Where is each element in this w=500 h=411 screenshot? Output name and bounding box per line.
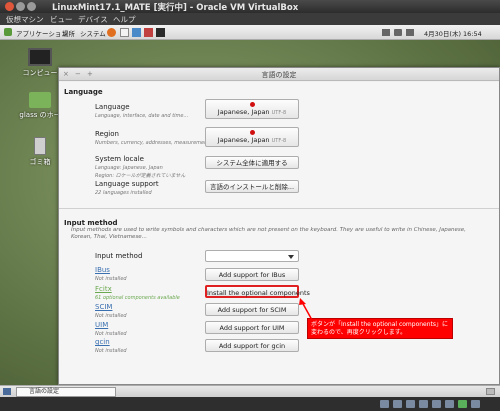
language-support-label: Language support: [95, 180, 159, 188]
apply-system-wide-button[interactable]: システム全体に適用する: [205, 156, 299, 169]
language-label: Language: [95, 103, 130, 111]
maximize-window-button[interactable]: [27, 2, 36, 11]
taskbar-item-label: 言語の設定: [29, 388, 60, 395]
text-editor-icon[interactable]: [120, 28, 129, 37]
gcin-status: Not installed: [95, 348, 127, 354]
gcin-link[interactable]: gcin: [95, 338, 110, 346]
computer-icon: [28, 48, 52, 66]
input-method-select[interactable]: [205, 250, 299, 262]
vbox-menubar: 仮想マシン ビュー デバイス ヘルプ: [0, 13, 500, 25]
volume-icon[interactable]: [394, 29, 402, 36]
firefox-icon[interactable]: [107, 28, 116, 37]
region-encoding: UTF-8: [271, 138, 287, 144]
ibus-link[interactable]: IBus: [95, 266, 110, 274]
desktop-icon-computer[interactable]: コンピュー: [16, 48, 64, 78]
panel-clock[interactable]: 4月30日(木) 16:54: [424, 28, 482, 38]
desktop-icon-trash[interactable]: ゴミ箱: [16, 137, 64, 167]
vbox-titlebar: LinuxMint17.1_MATE [実行中] - Oracle VM Vir…: [0, 0, 500, 13]
language-support-desc: 22 languages installed: [95, 190, 152, 196]
ibus-status: Not installed: [95, 276, 127, 282]
home-folder-icon: [29, 92, 51, 108]
guest-taskbar: 言語の設定: [0, 385, 500, 397]
install-remove-languages-button[interactable]: 言語のインストールと削除...: [205, 180, 299, 193]
language-value: Japanese, Japan: [217, 108, 270, 116]
chevron-down-icon: [288, 255, 294, 259]
region-button[interactable]: Japanese, Japan UTF-8: [205, 127, 299, 147]
add-uim-button[interactable]: Add support for UIM: [205, 321, 299, 334]
shared-folder-icon[interactable]: [419, 400, 428, 408]
japan-flag-icon: [249, 102, 255, 107]
dialog-titlebar: × − + 言語の設定: [59, 68, 499, 81]
guest-top-panel: アプリケーション 場所 システム 4月30日(木) 16:54: [0, 25, 500, 40]
region-value: Japanese, Japan: [217, 136, 270, 144]
desktop-icon-label: ゴミ箱: [29, 158, 51, 166]
taskbar-item-language-settings[interactable]: 言語の設定: [16, 387, 116, 397]
add-scim-button[interactable]: Add support for SCIM: [205, 303, 299, 316]
input-method-section-heading: Input method: [64, 219, 118, 227]
add-gcin-button[interactable]: Add support for gcin: [205, 339, 299, 352]
terminal-icon[interactable]: [156, 28, 165, 37]
install-optional-components-button[interactable]: Install the optional components: [205, 285, 310, 298]
close-window-button[interactable]: [5, 2, 14, 11]
language-encoding: UTF-8: [271, 110, 287, 116]
desktop-icon-home[interactable]: glass のホー: [16, 92, 64, 120]
panel-menu-system[interactable]: システム: [80, 28, 106, 38]
window-title: LinuxMint17.1_MATE [実行中] - Oracle VM Vir…: [52, 3, 299, 13]
menu-machine[interactable]: 仮想マシン: [6, 14, 44, 25]
menu-help[interactable]: ヘルプ: [113, 14, 136, 25]
menu-view[interactable]: ビュー: [50, 14, 73, 25]
fcitx-link[interactable]: Fcitx: [95, 285, 112, 293]
hdd-icon[interactable]: [380, 400, 389, 408]
network-adapter-icon[interactable]: [445, 400, 454, 408]
desktop-icon-label: glass のホー: [19, 111, 61, 119]
add-ibus-button[interactable]: Add support for IBus: [205, 268, 299, 281]
system-locale-desc-region: Region: ロケールが定義されていません: [95, 173, 186, 179]
panel-menu-applications[interactable]: アプリケーション: [16, 28, 68, 38]
battery-icon[interactable]: [406, 29, 414, 36]
uim-link[interactable]: UIM: [95, 321, 108, 329]
system-locale-label: System locale: [95, 155, 144, 163]
language-desc: Language, interface, date and time...: [95, 113, 189, 119]
panel-menu-places[interactable]: 場所: [62, 28, 75, 38]
display-icon[interactable]: [432, 400, 441, 408]
dialog-title: 言語の設定: [261, 71, 297, 79]
japan-flag-icon: [249, 130, 255, 135]
menu-devices[interactable]: デバイス: [78, 14, 108, 25]
mouse-integration-icon[interactable]: [458, 400, 467, 408]
fcitx-status: 61 optional components available: [95, 295, 180, 301]
desktop-icon-label: コンピュー: [22, 69, 58, 77]
mail-icon[interactable]: [132, 28, 141, 37]
network-icon[interactable]: [382, 29, 390, 36]
uim-status: Not installed: [95, 331, 127, 337]
software-manager-icon[interactable]: [144, 28, 153, 37]
mint-menu-icon[interactable]: [4, 28, 12, 36]
input-method-label: Input method: [95, 252, 143, 260]
optical-drive-icon[interactable]: [393, 400, 402, 408]
input-method-description: Input methods are used to write symbols …: [71, 227, 466, 240]
annotation-callout: ボタンが「Install the optional components」に変わ…: [307, 318, 453, 339]
vbox-statusbar: [0, 397, 500, 411]
show-desktop-icon[interactable]: [3, 388, 11, 395]
language-section-heading: Language: [64, 88, 103, 96]
scim-status: Not installed: [95, 313, 127, 319]
trash-icon: [34, 137, 46, 155]
scim-link[interactable]: SCIM: [95, 303, 112, 311]
workspace-switcher-icon[interactable]: [486, 388, 495, 395]
region-label: Region: [95, 130, 119, 138]
host-key-icon[interactable]: [471, 400, 480, 408]
usb-icon[interactable]: [406, 400, 415, 408]
language-button[interactable]: Japanese, Japan UTF-8: [205, 99, 299, 119]
minimize-window-button[interactable]: [16, 2, 25, 11]
dialog-content: Language Language Language, interface, d…: [59, 82, 499, 384]
region-desc: Numbers, currency, addresses, measuremen…: [95, 140, 215, 146]
section-divider: [59, 208, 499, 209]
system-locale-desc-language: Language: Japanese, Japan: [95, 165, 163, 171]
